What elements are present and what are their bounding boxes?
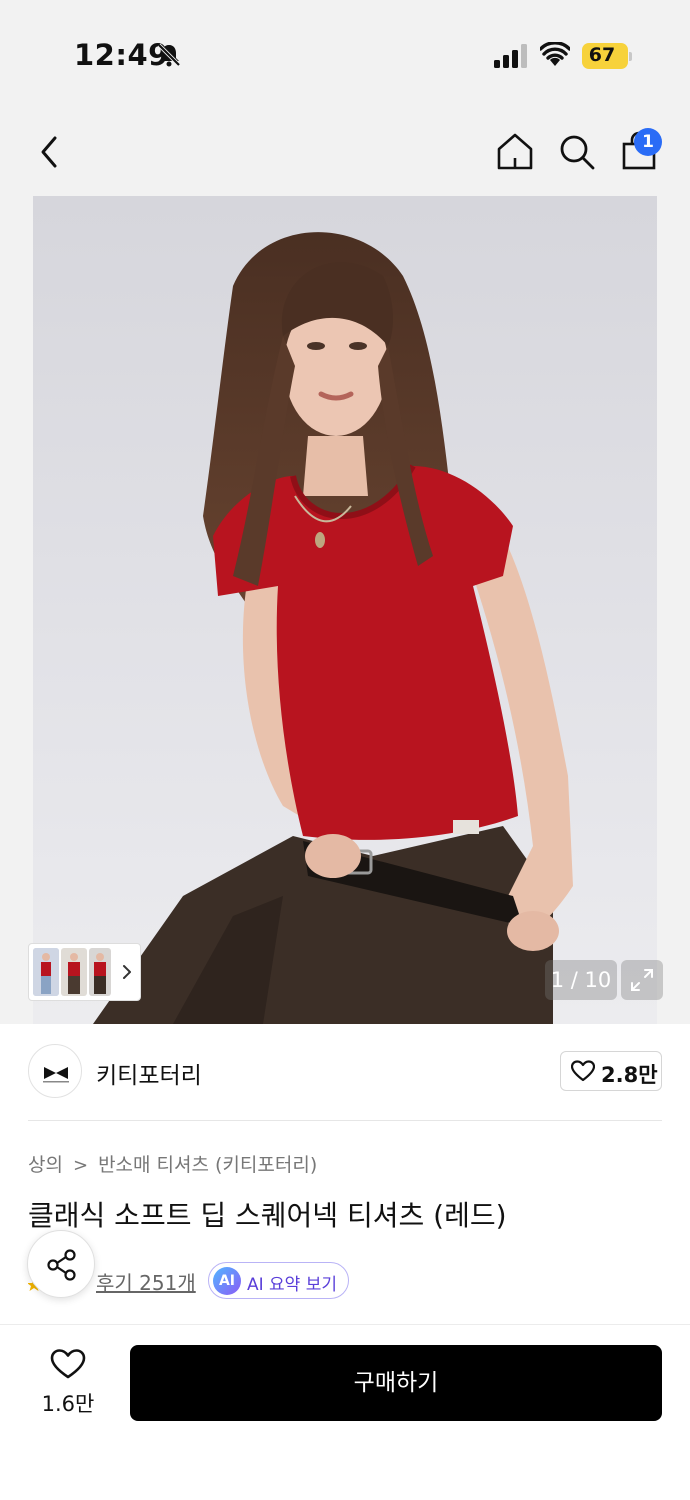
brand-logo-icon[interactable] [28,1044,82,1098]
wishlist-count: 1.6만 [41,1392,95,1416]
review-link[interactable]: 후기 251개 [96,1267,196,1296]
brand-like-button[interactable]: 2.8만 [560,1051,662,1091]
back-chevron-icon[interactable] [30,130,70,174]
ai-summary-label: AI 요약 보기 [247,1275,338,1295]
bell-slash-icon [157,43,181,67]
brand-name[interactable]: 키티포터리 [96,1056,202,1090]
breadcrumb: 상의 > 반소매 티셔츠 (키티포터리) [28,1150,317,1177]
breadcrumb-category[interactable]: 상의 [28,1154,63,1176]
thumbnail-image[interactable] [89,948,111,996]
share-button[interactable] [27,1230,95,1298]
brand-like-count: 2.8만 [601,1063,658,1087]
thumbnail-image[interactable] [33,948,59,996]
cart-count-badge: 1 [634,128,662,156]
chevron-right-icon[interactable] [120,960,134,984]
buy-button[interactable]: 구매하기 [130,1345,662,1421]
battery-level: 67 [588,44,616,66]
breadcrumb-separator: > [72,1155,89,1176]
breadcrumb-subcategory[interactable]: 반소매 티셔츠 (키티포터리) [98,1154,317,1176]
heart-icon [571,1060,595,1082]
expand-icon [631,969,653,991]
product-title: 클래식 소프트 딥 스퀘어넥 티셔츠 (레드) [28,1199,507,1232]
thumbnail-image[interactable] [61,948,87,996]
product-image[interactable] [33,196,657,1024]
bottom-bar-divider [0,1324,690,1325]
share-icon [47,1249,76,1281]
top-nav-bar [0,110,690,196]
divider [28,1120,662,1121]
ai-badge-icon: AI [213,1267,241,1295]
home-icon[interactable] [494,130,536,174]
status-bar: 12:49 67 [0,0,690,110]
expand-button[interactable] [621,960,663,1000]
signal-icon [494,44,527,68]
battery-icon: 67 [582,43,632,69]
wishlist-heart-icon[interactable] [50,1348,86,1380]
thumbnail-strip[interactable] [28,943,141,1001]
status-time: 12:49 [74,38,169,72]
ai-summary-button[interactable]: AI AI 요약 보기 [208,1262,349,1299]
wifi-icon [540,42,570,66]
search-icon[interactable] [556,130,598,174]
image-page-counter: 1 / 10 [545,960,617,1000]
